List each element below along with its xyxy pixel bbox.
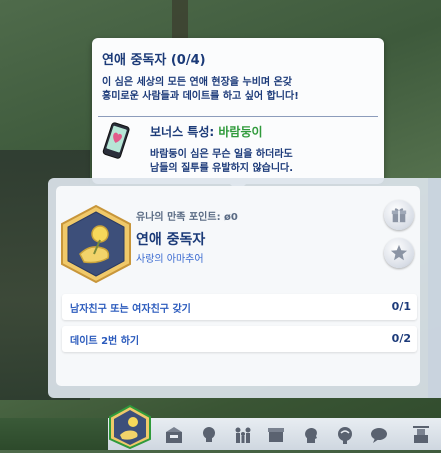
task-progress: 0/1 — [391, 300, 411, 313]
bonus-trait-name: 바람둥이 — [218, 125, 263, 139]
tooltip-divider — [98, 116, 378, 117]
active-aspiration-icon[interactable] — [108, 404, 152, 450]
task-label: 데이트 2번 하기 — [70, 336, 140, 347]
background-tree — [172, 0, 188, 40]
tooltip-desc-line2: 흥미로운 사람들과 데이트를 하고 싶어 합니다! — [102, 91, 299, 102]
task-label: 남자친구 또는 여자친구 갖기 — [70, 304, 191, 315]
bonus-trait-description: 바람둥이 심은 무슨 일을 하더라도 남들의 질투를 유발하지 않습니다. — [150, 148, 293, 176]
task-progress: 0/2 — [391, 332, 411, 345]
tooltip-description: 이 심은 세상의 모든 연애 현장을 누비며 온갖 흥미로운 사람들과 데이트를… — [102, 76, 377, 104]
mailbox-icon[interactable] — [163, 424, 185, 446]
aspiration-emblem-icon — [60, 204, 132, 284]
head-icon[interactable] — [300, 424, 322, 446]
bonus-desc-line1: 바람둥이 심은 무슨 일을 하더라도 — [150, 149, 293, 160]
satisfaction-points: 유나의 만족 포인트: ø0 — [136, 208, 238, 223]
tooltip-desc-line1: 이 심은 세상의 모든 연애 현장을 누비며 온갖 — [102, 77, 292, 88]
bonus-trait-prefix: 보너스 특성: — [150, 125, 219, 139]
star-icon — [390, 244, 408, 261]
satisfaction-icon: ø — [224, 212, 231, 223]
points-label: 유나의 만족 포인트: — [136, 212, 225, 223]
lightbulb-icon[interactable] — [198, 424, 220, 446]
change-aspiration-button[interactable] — [384, 238, 414, 268]
bonus-desc-line2: 남들의 질투를 유발하지 않습니다. — [150, 163, 294, 174]
bonus-trait-line: 보너스 특성: 바람둥이 — [150, 123, 263, 140]
points-value: 0 — [230, 212, 238, 223]
speech-bubble-icon[interactable] — [368, 424, 390, 446]
box-icon[interactable] — [265, 424, 287, 446]
aspiration-panel — [48, 178, 441, 398]
family-icon[interactable] — [232, 424, 254, 446]
tooltip-title: 연애 중독자 (0/4) — [102, 53, 206, 68]
milestone-task: 남자친구 또는 여자친구 갖기 0/1 — [62, 294, 417, 320]
panel-side-strip — [428, 178, 441, 398]
aspiration-category: 사랑의 아마추어 — [136, 254, 204, 265]
bottom-bar-left — [0, 418, 108, 450]
aspiration-name: 연애 중독자 — [136, 232, 206, 248]
reward-store-button[interactable] — [384, 200, 414, 230]
brain-icon[interactable] — [334, 424, 356, 446]
milestone-task: 데이트 2번 하기 0/2 — [62, 326, 417, 352]
gift-icon — [391, 208, 407, 223]
aspiration-tooltip: 연애 중독자 (0/4) 이 심은 세상의 모든 연애 현장을 누비며 온갖 흥… — [92, 38, 384, 192]
simology-icon[interactable] — [410, 424, 432, 446]
phone-trait-icon — [102, 122, 130, 160]
